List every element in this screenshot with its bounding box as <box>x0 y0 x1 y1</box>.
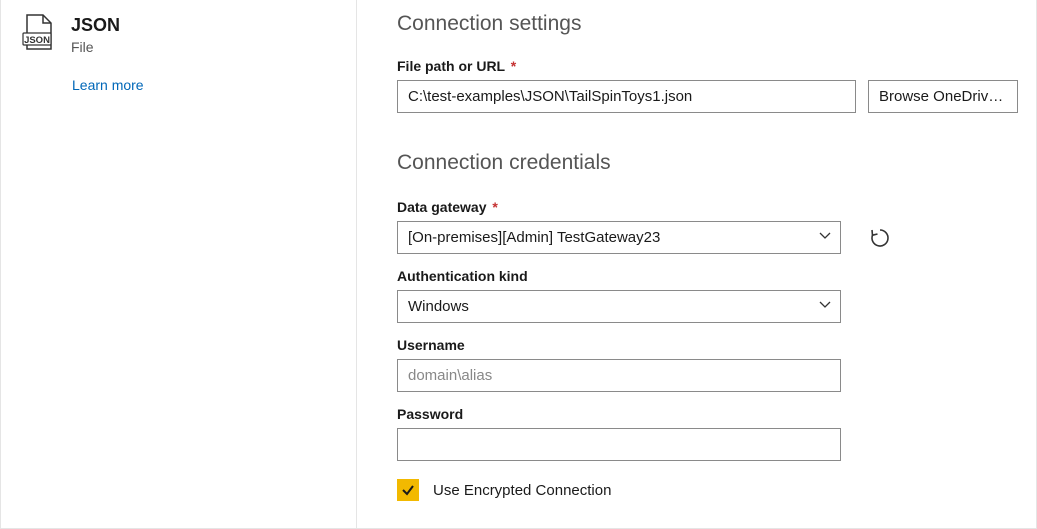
encrypted-connection-checkbox[interactable] <box>397 479 419 501</box>
data-gateway-select[interactable]: [On-premises][Admin] TestGateway23 <box>397 221 841 254</box>
browse-onedrive-button[interactable]: Browse OneDrive... <box>868 80 1018 113</box>
auth-kind-selected: Windows <box>408 298 469 315</box>
settings-pane: Connection settings File path or URL * B… <box>357 0 1036 528</box>
learn-more-link[interactable]: Learn more <box>72 77 144 93</box>
file-path-label: File path or URL * <box>397 58 1018 74</box>
connector-sidebar: JSON JSON File Learn more <box>1 0 357 528</box>
json-file-icon: JSON <box>19 13 57 51</box>
data-gateway-label: Data gateway * <box>397 199 1018 215</box>
svg-text:JSON: JSON <box>24 35 50 46</box>
password-label: Password <box>397 406 1018 422</box>
required-mark: * <box>492 199 497 215</box>
connection-credentials-heading: Connection credentials <box>397 151 1018 175</box>
check-icon <box>401 483 415 497</box>
chevron-down-icon <box>818 229 832 247</box>
connection-settings-heading: Connection settings <box>397 12 1018 36</box>
required-mark: * <box>511 58 516 74</box>
file-path-input[interactable] <box>397 80 856 113</box>
refresh-gateway-button[interactable] <box>867 225 893 251</box>
username-input[interactable] <box>397 359 841 392</box>
data-gateway-selected: [On-premises][Admin] TestGateway23 <box>408 229 660 246</box>
password-input[interactable] <box>397 428 841 461</box>
auth-kind-select[interactable]: Windows <box>397 290 841 323</box>
connector-subtitle: File <box>71 39 120 56</box>
encrypted-connection-label: Use Encrypted Connection <box>433 482 611 499</box>
connector-title: JSON <box>71 15 120 37</box>
refresh-icon <box>869 227 891 249</box>
username-label: Username <box>397 337 1018 353</box>
auth-kind-label: Authentication kind <box>397 268 1018 284</box>
chevron-down-icon <box>818 298 832 316</box>
